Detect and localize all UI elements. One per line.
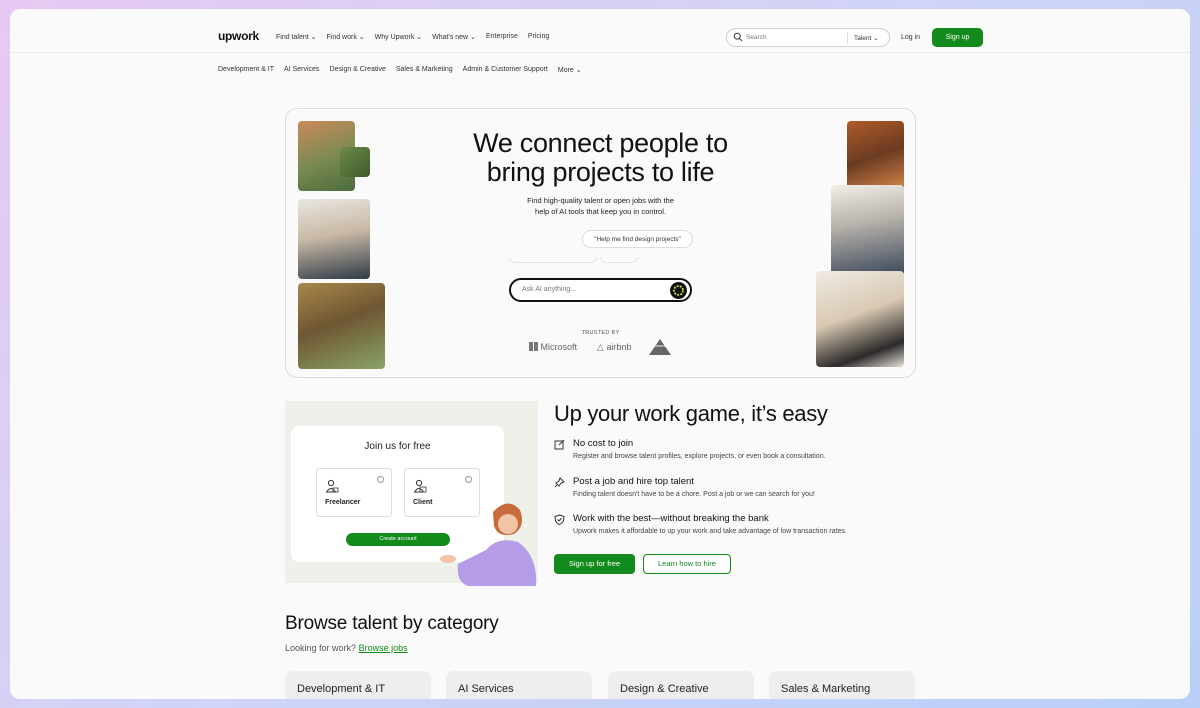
hero-section: We connect people to bring projects to l… [285,108,916,378]
ai-send-button[interactable] [670,282,687,299]
hero-title: We connect people to bring projects to l… [286,129,915,187]
airbnb-icon: △ [597,342,604,352]
signup-free-button[interactable]: Sign up for free [554,554,635,574]
pin-icon [554,477,565,488]
tile-label: Design & Creative [620,683,709,695]
cat-ai-services[interactable]: AI Services [284,66,319,74]
bissell-label: bissell [654,343,666,348]
join-illustration: Join us for free Freelancer Client Creat… [285,401,538,586]
chevron-down-icon: ⌄ [873,35,879,42]
trusted-by-label: TRUSTED BY [581,330,620,336]
airbnb-logo: △ airbnb [597,342,631,353]
looking-for-work-label: Looking for work? [285,643,357,653]
hero-subtitle: Find high-quality talent or open jobs wi… [286,195,915,217]
hero-subtitle-line2: help of AI tools that keep you in contro… [535,207,666,216]
ask-ai-placeholder: Ask AI anything... [522,286,577,293]
section3-title: Browse talent by category [285,613,499,634]
hero-title-line1: We connect people to [473,128,728,158]
ask-ai-input[interactable]: Ask AI anything... [509,278,692,302]
join-card-title: Join us for free [364,441,431,452]
category-tile-design[interactable]: Design & Creative [608,671,754,699]
sparkle-icon [673,285,684,296]
option-freelancer: Freelancer [316,468,392,517]
category-nav: Development & IT AI Services Design & Cr… [218,66,582,74]
freelancer-label: Freelancer [325,499,361,506]
tile-label: Development & IT [297,683,386,695]
login-link[interactable]: Log in [901,34,920,41]
edit-icon [554,439,565,450]
person-pointing-illustration [440,503,537,586]
browser-page: upwork Find talent Find work Why Upwork … [10,9,1190,699]
looking-for-work: Looking for work? Browse jobs [285,643,408,653]
feature-description: Finding talent doesn't have to be a chor… [573,491,815,498]
bissell-logo: bissell [648,338,672,358]
nav-pricing[interactable]: Pricing [528,33,549,41]
nav-find-work[interactable]: Find work [327,33,365,41]
feature-description: Register and browse talent profiles, exp… [573,453,826,460]
main-nav: Find talent Find work Why Upwork What's … [276,33,549,41]
freelancer-radio [377,476,384,483]
cat-admin-support[interactable]: Admin & Customer Support [463,66,548,74]
feature-description: Upwork makes it affordable to up your wo… [573,528,847,535]
section2-title: Up your work game, it’s easy [554,401,828,426]
browse-jobs-link[interactable]: Browse jobs [359,643,408,653]
search-divider [847,32,848,44]
microsoft-logo: Microsoft [529,342,577,352]
learn-how-to-hire-button[interactable]: Learn how to hire [643,554,731,574]
nav-whats-new[interactable]: What's new [432,33,476,41]
nav-enterprise[interactable]: Enterprise [486,33,518,41]
top-navigation: upwork Find talent Find work Why Upwork … [10,9,1190,53]
search-scope-label: Talent [854,35,872,42]
search-scope-dropdown[interactable]: Talent ⌄ [854,34,879,42]
photo-woman-laptop [816,271,904,367]
suggestion-stack-2 [600,257,638,263]
search-placeholder: Search [746,34,767,41]
search-icon [733,32,743,42]
cat-sales-marketing[interactable]: Sales & Marketing [396,66,453,74]
tile-label: AI Services [458,683,514,695]
search-input[interactable]: Search Talent ⌄ [726,28,890,47]
category-tile-sales[interactable]: Sales & Marketing [769,671,915,699]
upwork-logo[interactable]: upwork [218,29,259,43]
category-tile-development[interactable]: Development & IT [285,671,431,699]
signup-button[interactable]: Sign up [932,28,983,47]
cat-more[interactable]: More [558,66,582,74]
microsoft-grid-icon [529,342,538,351]
cat-design-creative[interactable]: Design & Creative [329,66,385,74]
client-radio [465,476,472,483]
tile-label: Sales & Marketing [781,683,871,695]
microsoft-label: Microsoft [540,342,578,352]
freelancer-icon [325,479,339,493]
nav-why-upwork[interactable]: Why Upwork [375,33,423,41]
feature-title: Work with the best—without breaking the … [573,513,769,524]
feature-title: Post a job and hire top talent [573,476,694,487]
feature-title: No cost to join [573,438,634,449]
hero-subtitle-line1: Find high-quality talent or open jobs wi… [527,196,674,205]
suggestion-chip[interactable]: "Help me find design projects" [582,230,693,248]
photo-woman-smiling [298,283,385,369]
shield-icon [554,514,565,525]
airbnb-label: airbnb [606,342,632,352]
nav-find-talent[interactable]: Find talent [276,33,317,41]
client-icon [413,479,427,493]
category-tile-ai-services[interactable]: AI Services [446,671,592,699]
suggestion-stack-1 [509,257,597,263]
hero-title-line2: bring projects to life [486,157,715,187]
cat-development-it[interactable]: Development & IT [218,66,274,74]
